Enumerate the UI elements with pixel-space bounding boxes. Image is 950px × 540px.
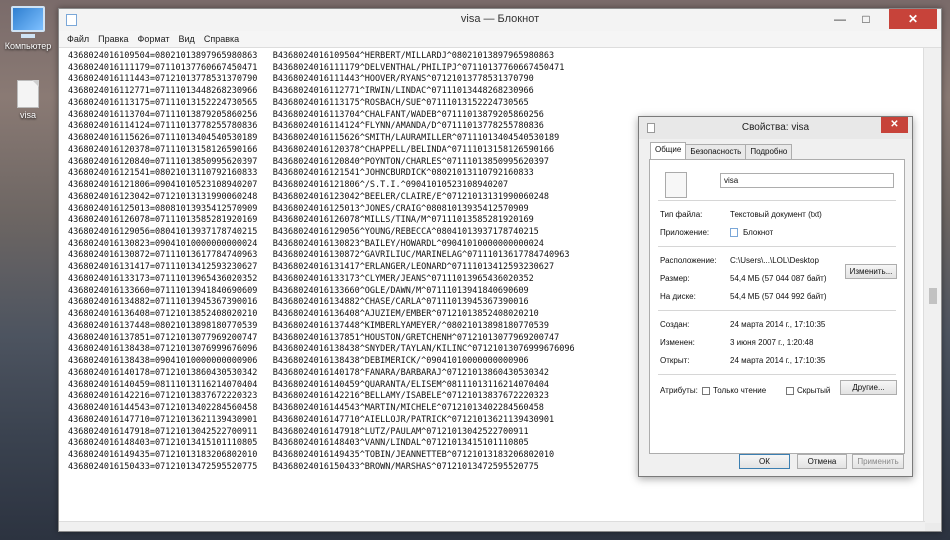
minimize-button[interactable]: — xyxy=(827,9,853,29)
app-label: Приложение: xyxy=(660,228,710,237)
attributes-label: Атрибуты: xyxy=(660,386,698,395)
location-label: Расположение: xyxy=(660,256,717,265)
size-on-disk-label: На диске: xyxy=(660,292,696,301)
location-value: C:\Users\...\LOL\Desktop xyxy=(730,256,819,265)
scrollbar-thumb[interactable] xyxy=(929,288,937,304)
text-line: 4368024016112771=07111013448268230966 B4… xyxy=(68,86,534,97)
text-line: 4368024016111443=07121013778531370790 B4… xyxy=(68,74,534,85)
opened-value: 24 марта 2014 г., 17:10:35 xyxy=(730,356,826,365)
maximize-button[interactable]: □ xyxy=(853,9,879,29)
tab-details[interactable]: Подробно xyxy=(745,144,793,159)
file-type-value: Текстовый документ (txt) xyxy=(730,210,822,219)
divider xyxy=(658,374,896,375)
modified-label: Изменен: xyxy=(660,338,695,347)
dialog-tabs: Общие Безопасность Подробно xyxy=(650,142,793,159)
divider xyxy=(658,200,896,201)
modified-value: 3 июня 2007 г., 1:20:48 xyxy=(730,338,814,347)
desktop-icon-visa[interactable]: visa xyxy=(0,80,56,120)
advanced-attributes-button[interactable]: Другие... xyxy=(840,380,897,395)
notepad-titlebar[interactable]: visa — Блокнот — □ ✕ xyxy=(59,9,941,31)
menu-file[interactable]: Файл xyxy=(67,31,89,47)
text-file-icon xyxy=(17,80,39,108)
menu-bar: Файл Правка Формат Вид Справка xyxy=(59,31,941,48)
app-value: Блокнот xyxy=(743,228,774,237)
notepad-icon xyxy=(730,228,738,238)
file-name-input[interactable]: visa xyxy=(720,173,894,188)
notepad-title: visa — Блокнот xyxy=(460,13,540,25)
tab-general[interactable]: Общие xyxy=(650,142,687,159)
file-type-label: Тип файла: xyxy=(660,210,703,219)
readonly-checkbox[interactable] xyxy=(702,386,710,395)
size-on-disk-value: 54,4 МБ (57 044 992 байт) xyxy=(730,292,827,301)
menu-help[interactable]: Справка xyxy=(204,31,239,47)
readonly-label: Только чтение xyxy=(713,386,767,395)
cancel-button[interactable]: Отмена xyxy=(797,454,847,469)
computer-icon xyxy=(11,6,45,32)
menu-format[interactable]: Формат xyxy=(138,31,170,47)
close-button[interactable]: ✕ xyxy=(889,9,937,29)
divider xyxy=(658,310,896,311)
readonly-option[interactable]: Только чтение xyxy=(702,386,766,395)
apply-button[interactable]: Применить xyxy=(852,454,904,469)
hidden-option[interactable]: Скрытый xyxy=(786,386,830,395)
size-label: Размер: xyxy=(660,274,690,283)
desktop-icon-label: Компьютер xyxy=(4,41,52,51)
text-file-icon xyxy=(665,172,687,198)
menu-edit[interactable]: Правка xyxy=(98,31,128,47)
created-label: Создан: xyxy=(660,320,690,329)
dialog-titlebar[interactable]: Свойства: visa ✕ xyxy=(639,117,912,139)
opened-label: Открыт: xyxy=(660,356,690,365)
menu-view[interactable]: Вид xyxy=(179,31,195,47)
text-line: 4368024016109504=08021013897965980863 B4… xyxy=(68,51,555,61)
horizontal-scrollbar[interactable] xyxy=(59,521,925,531)
general-tab-panel: visa Тип файла: Текстовый документ (txt)… xyxy=(649,159,905,454)
desktop-icon-label: visa xyxy=(19,110,36,120)
change-app-button[interactable]: Изменить... xyxy=(845,264,897,279)
ok-button[interactable]: ОК xyxy=(739,454,790,469)
hidden-checkbox[interactable] xyxy=(786,386,794,395)
computer-stand xyxy=(21,34,35,38)
desktop-icon-computer[interactable]: Компьютер xyxy=(0,6,56,51)
divider xyxy=(658,246,896,247)
properties-dialog: Свойства: visa ✕ Общие Безопасность Подр… xyxy=(638,116,913,477)
created-value: 24 марта 2014 г., 17:10:35 xyxy=(730,320,826,329)
text-line: 4368024016111179=07110137760667450471 B4… xyxy=(68,62,565,73)
vertical-scrollbar[interactable] xyxy=(923,48,941,523)
hidden-label: Скрытый xyxy=(797,386,831,395)
dialog-title: Свойства: visa xyxy=(741,122,810,133)
dialog-close-button[interactable]: ✕ xyxy=(881,117,908,133)
text-line: 4368024016113175=07111013152224730565 B4… xyxy=(68,97,529,108)
size-value: 54,4 МБ (57 044 087 байт) xyxy=(730,274,827,283)
tab-security[interactable]: Безопасность xyxy=(685,144,747,159)
